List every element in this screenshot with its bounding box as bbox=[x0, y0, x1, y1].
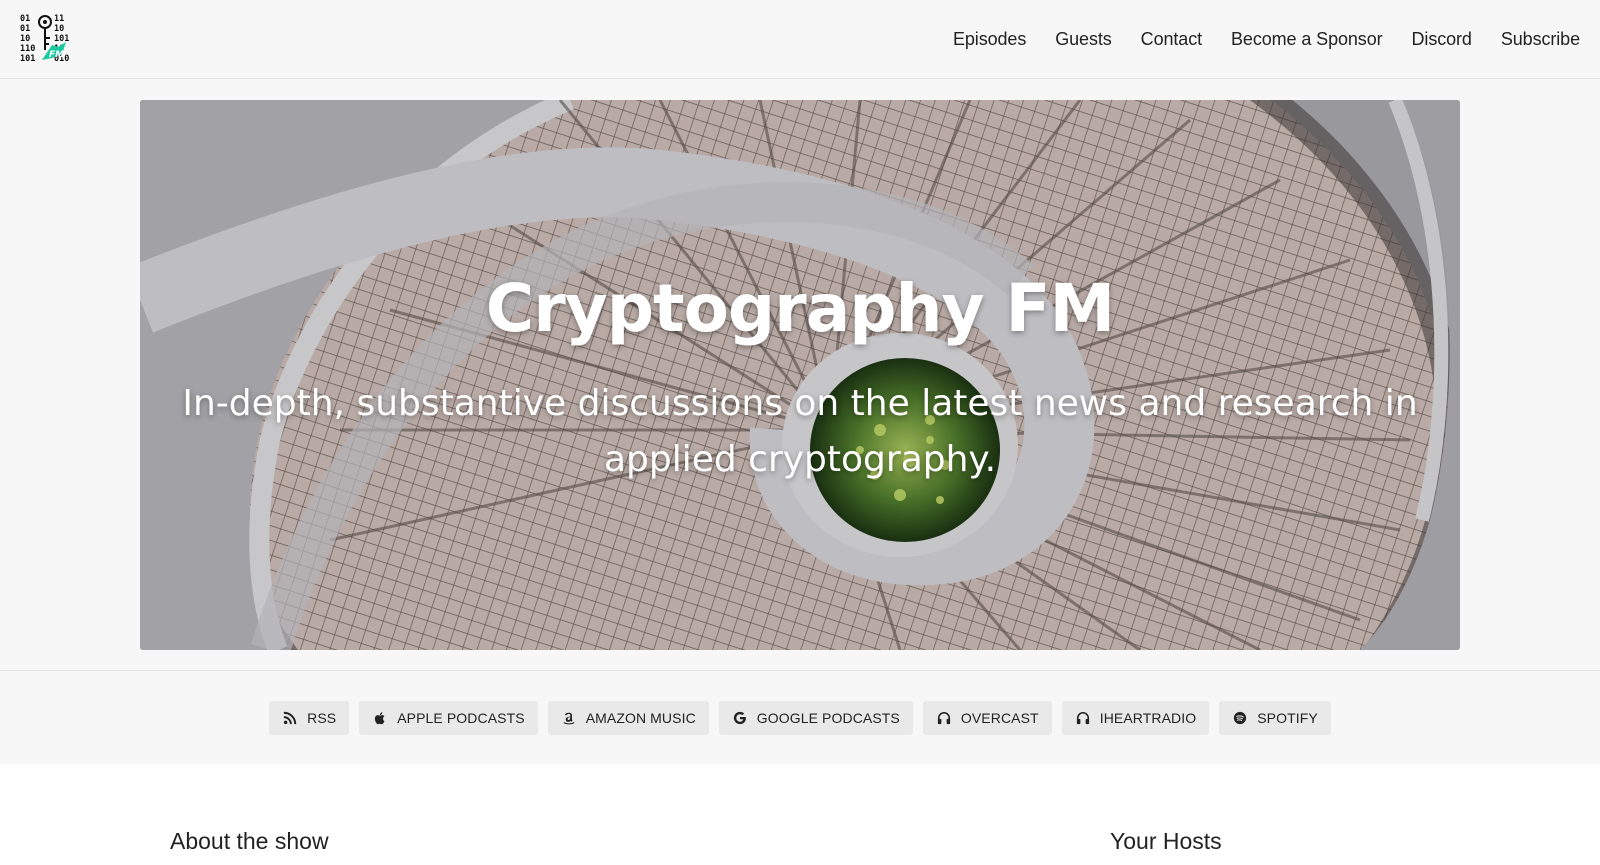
hosts-heading: Your Hosts bbox=[1110, 828, 1222, 854]
svg-text:101: 101 bbox=[54, 34, 69, 44]
spotify-label: SPOTIFY bbox=[1257, 709, 1318, 726]
hero-subtitle: In-depth, substantive discussions on the… bbox=[182, 383, 1418, 480]
site-header: 0111 0110 10101 11010 101010 FM Episodes… bbox=[0, 0, 1600, 79]
nav-become-a-sponsor[interactable]: Become a Sponsor bbox=[1231, 29, 1383, 50]
svg-text:FM: FM bbox=[49, 50, 64, 60]
main-content: About the show Your Hosts bbox=[0, 764, 1600, 865]
subscribe-bar: RSS APPLE PODCASTS AMAZON MUSIC GOOGLE P… bbox=[0, 671, 1600, 764]
rss-button[interactable]: RSS bbox=[269, 700, 350, 735]
rss-icon bbox=[282, 710, 298, 726]
overcast-button[interactable]: OVERCAST bbox=[922, 700, 1052, 735]
overcast-label: OVERCAST bbox=[960, 709, 1039, 726]
nav-guests[interactable]: Guests bbox=[1055, 29, 1112, 50]
svg-text:110: 110 bbox=[20, 44, 35, 54]
google-podcasts-button[interactable]: GOOGLE PODCASTS bbox=[718, 700, 913, 735]
site-logo[interactable]: 0111 0110 10101 11010 101010 FM bbox=[18, 12, 72, 66]
amazon-music-label: AMAZON MUSIC bbox=[585, 709, 696, 726]
hero-section: Cryptography FM In-depth, substantive di… bbox=[0, 79, 1600, 671]
svg-text:10: 10 bbox=[54, 24, 64, 34]
google-icon bbox=[732, 710, 748, 726]
iheartradio-button[interactable]: IHEARTRADIO bbox=[1061, 700, 1210, 735]
headphones-icon bbox=[1075, 710, 1091, 726]
nav-discord[interactable]: Discord bbox=[1412, 29, 1472, 50]
svg-text:01: 01 bbox=[20, 14, 30, 24]
spotify-button[interactable]: SPOTIFY bbox=[1219, 700, 1331, 735]
svg-text:101: 101 bbox=[20, 54, 35, 64]
amazon-icon bbox=[561, 710, 577, 726]
svg-text:01: 01 bbox=[20, 24, 30, 34]
nav-subscribe[interactable]: Subscribe bbox=[1501, 29, 1580, 50]
main-nav: Episodes Guests Contact Become a Sponsor… bbox=[924, 0, 1580, 79]
apple-podcasts-button[interactable]: APPLE PODCASTS bbox=[359, 700, 538, 735]
svg-text:10: 10 bbox=[20, 34, 30, 44]
apple-icon bbox=[372, 710, 388, 726]
iheartradio-label: IHEARTRADIO bbox=[1099, 709, 1197, 726]
amazon-music-button[interactable]: AMAZON MUSIC bbox=[547, 700, 709, 735]
rss-label: RSS bbox=[307, 709, 337, 726]
hero-banner: Cryptography FM In-depth, substantive di… bbox=[140, 100, 1460, 650]
svg-text:11: 11 bbox=[54, 14, 64, 24]
hero-title: Cryptography FM bbox=[485, 270, 1115, 347]
apple-podcasts-label: APPLE PODCASTS bbox=[397, 709, 525, 726]
google-podcasts-label: GOOGLE PODCASTS bbox=[756, 709, 900, 726]
headphones-icon bbox=[936, 710, 952, 726]
spiral-staircase-image bbox=[140, 100, 1460, 650]
nav-contact[interactable]: Contact bbox=[1141, 29, 1202, 50]
about-heading: About the show bbox=[170, 828, 329, 854]
spotify-icon bbox=[1232, 710, 1248, 726]
nav-episodes[interactable]: Episodes bbox=[953, 29, 1026, 50]
